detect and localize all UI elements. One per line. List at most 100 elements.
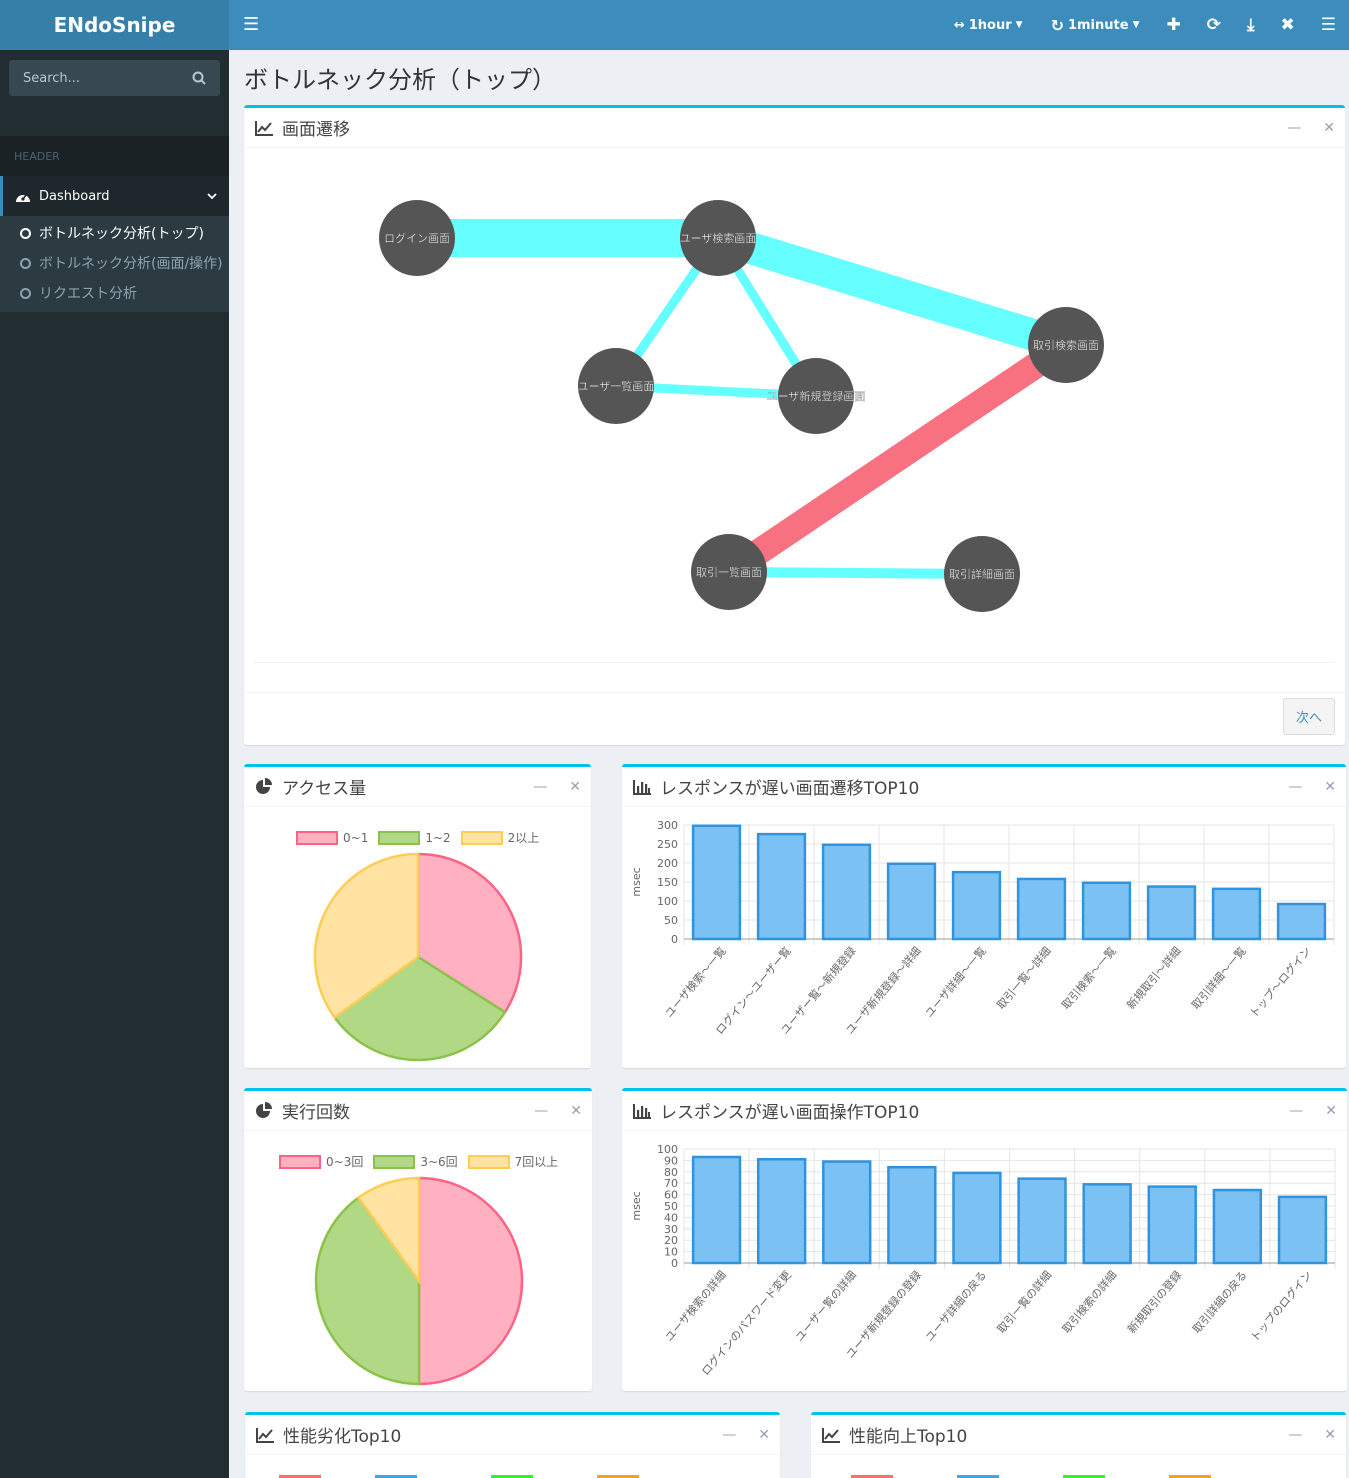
download-icon[interactable]: ⤓	[1234, 15, 1268, 35]
execution-count-box: 実行回数 — ✕ 0~3回 3~6回 7回以上	[244, 1088, 592, 1391]
box-title: アクセス量	[282, 779, 367, 799]
legend-label: 7回以上	[514, 1155, 559, 1169]
x-tick-label: ユーザ新規登録の登録	[843, 1268, 924, 1361]
caret-icon: ▼	[1015, 20, 1023, 30]
box-title: 実行回数	[282, 1103, 350, 1123]
x-tick-label: 取引一覧の詳細	[994, 1268, 1054, 1336]
collapse-icon[interactable]: —	[722, 1427, 736, 1443]
bar[interactable]	[756, 1158, 807, 1265]
legend-label: 1~2	[425, 830, 451, 845]
search-placeholder: Search...	[23, 70, 81, 86]
slow-transition-box: レスポンスが遅い画面遷移TOP10 — ✕ 0 50 100 150 200 250 300 m…	[622, 764, 1346, 1068]
refresh-interval-dropdown[interactable]: ↻ 1minute ▼	[1037, 16, 1154, 35]
legend-swatch	[378, 830, 421, 845]
bar[interactable]	[821, 843, 872, 941]
y-tick-label: 70	[664, 1177, 678, 1190]
bar[interactable]	[1082, 1183, 1132, 1265]
collapse-icon[interactable]: —	[534, 1103, 548, 1119]
graph-node-label: ユーザ一覧画面	[578, 379, 655, 393]
collapse-icon[interactable]: —	[1287, 120, 1301, 136]
bar[interactable]	[1277, 1195, 1328, 1265]
bar[interactable]	[691, 824, 742, 941]
x-tick-label: トップのログイン	[1247, 1268, 1314, 1344]
bar[interactable]	[1147, 1185, 1197, 1265]
bar[interactable]	[1276, 902, 1327, 941]
y-tick-label: 150	[657, 876, 678, 889]
bar[interactable]	[691, 1155, 742, 1265]
add-icon[interactable]: ✚	[1153, 15, 1193, 35]
y-tick-label: 10	[664, 1246, 678, 1259]
top-navbar: ☰ ↔ 1hour ▼ ↻ 1minute ▼ ✚ ⟳ ⤓ ✖ ☰	[229, 0, 1349, 50]
collapse-icon[interactable]: —	[533, 779, 547, 795]
page-title: ボトルネック分析（トップ）	[244, 66, 556, 94]
remove-icon[interactable]: ✕	[569, 779, 581, 795]
bar[interactable]	[1212, 1188, 1263, 1265]
remove-icon[interactable]: ✕	[758, 1427, 770, 1443]
time-range-dropdown[interactable]: ↔ 1hour ▼	[940, 18, 1037, 33]
graph-node-label: ユーザ新規登録画面	[767, 389, 866, 403]
legend-item[interactable]: 0~3回	[279, 1153, 363, 1170]
pie-chart-icon	[256, 1101, 272, 1118]
sidebar-item-bottleneck-top[interactable]: ボトルネック分析(トップ)	[0, 218, 229, 248]
legend-item[interactable]: 0~1	[296, 829, 368, 846]
bar[interactable]	[756, 832, 807, 941]
search-icon[interactable]	[192, 71, 206, 85]
box-title: 性能劣化Top10	[283, 1427, 402, 1447]
close-icon[interactable]: ✖	[1268, 15, 1308, 35]
sidebar-search-input[interactable]: Search...	[9, 60, 220, 96]
circle-icon	[20, 287, 31, 299]
bar[interactable]	[886, 862, 937, 941]
dashboard-icon	[16, 194, 30, 202]
app-logo[interactable]: ENdoSnipe	[0, 0, 229, 50]
box-title: 性能向上Top10	[849, 1427, 968, 1447]
remove-icon[interactable]: ✕	[1324, 779, 1336, 795]
refresh-icon: ↻	[1050, 15, 1064, 35]
next-button[interactable]: 次へ	[1282, 698, 1335, 735]
collapse-icon[interactable]: —	[1289, 1103, 1303, 1119]
bar[interactable]	[1081, 881, 1132, 941]
bar-chart-icon	[633, 779, 651, 795]
time-range-label: 1hour	[968, 17, 1012, 33]
bar[interactable]	[952, 1171, 1002, 1265]
bar[interactable]	[1211, 887, 1262, 941]
bar-chart-icon	[633, 1103, 651, 1119]
collapse-icon[interactable]: —	[1288, 1427, 1302, 1443]
legend-swatch	[460, 830, 503, 845]
bar[interactable]	[1017, 1177, 1067, 1265]
remove-icon[interactable]: ✕	[570, 1103, 582, 1119]
bar[interactable]	[951, 870, 1002, 941]
sidebar-toggle-icon[interactable]: ☰	[243, 14, 259, 35]
x-tick-label: ユーザ検索〜一覧	[662, 944, 729, 1020]
bar[interactable]	[822, 1160, 872, 1265]
bar[interactable]	[887, 1165, 937, 1265]
dashboard-label: Dashboard	[39, 188, 110, 204]
collapse-icon[interactable]: —	[1288, 779, 1302, 795]
remove-icon[interactable]: ✕	[1324, 1427, 1336, 1443]
graph-node-label: 取引詳細画面	[949, 567, 1015, 581]
chart-legend: 0~1 1~2 2以上	[296, 829, 539, 846]
x-tick-label: ユーザ詳細の戻る	[922, 1268, 989, 1344]
remove-icon[interactable]: ✕	[1325, 1103, 1337, 1119]
caret-icon: ▼	[1132, 20, 1140, 30]
legend-item[interactable]: 7回以上	[467, 1153, 559, 1170]
y-tick-label: 300	[657, 819, 678, 832]
legend-item[interactable]: 1~2	[378, 829, 451, 846]
slow-operation-bar-chart: 0102030405060708090100msecユーザ検索の詳細ログインのパ…	[630, 1143, 1336, 1378]
bar[interactable]	[1016, 877, 1067, 941]
legend-item[interactable]: 2以上	[460, 829, 539, 846]
legend-item[interactable]: 3~6回	[373, 1153, 458, 1170]
sidebar-header: HEADER	[0, 136, 229, 176]
sidebar-item-dashboard[interactable]: Dashboard	[0, 176, 229, 216]
x-tick-label: 取引詳細の戻る	[1189, 1268, 1249, 1336]
bar[interactable]	[1146, 885, 1197, 941]
graph-node-label: 取引検索画面	[1033, 338, 1099, 352]
sidebar-item-bottleneck-screen[interactable]: ボトルネック分析(画面/操作)	[0, 248, 229, 278]
remove-icon[interactable]: ✕	[1323, 120, 1335, 136]
pie-slice[interactable]	[417, 1176, 524, 1386]
y-tick-label: 0	[671, 933, 678, 946]
x-tick-label: 取引詳細〜一覧	[1189, 944, 1249, 1012]
sidebar-item-request-analysis[interactable]: リクエスト分析	[0, 278, 229, 308]
line-chart-icon	[822, 1427, 840, 1443]
menu-icon[interactable]: ☰	[1308, 15, 1349, 35]
reload-icon[interactable]: ⟳	[1194, 15, 1234, 35]
